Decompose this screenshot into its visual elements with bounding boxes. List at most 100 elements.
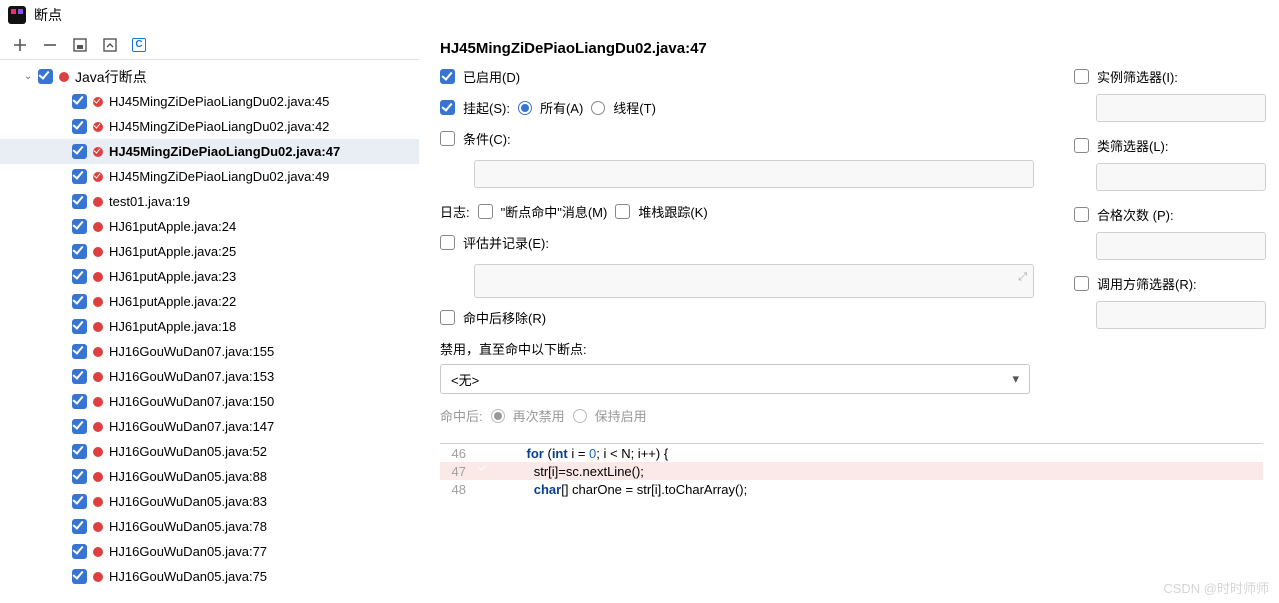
tree-item[interactable]: HJ16GouWuDan07.java:155	[0, 339, 419, 364]
tree-item[interactable]: HJ45MingZiDePiaoLiangDu02.java:45	[0, 89, 419, 114]
caller-filter-input[interactable]	[1096, 301, 1266, 329]
pass-count-checkbox[interactable]	[1074, 207, 1089, 222]
line-number: 47	[440, 464, 476, 479]
tree-item[interactable]: test01.java:19	[0, 189, 419, 214]
tree-item[interactable]: HJ45MingZiDePiaoLiangDu02.java:42	[0, 114, 419, 139]
log-label: 日志:	[440, 202, 470, 221]
breakpoint-icon	[93, 97, 103, 107]
item-label: HJ16GouWuDan07.java:147	[109, 419, 274, 434]
item-label: HJ16GouWuDan07.java:153	[109, 369, 274, 384]
breakpoint-tree[interactable]: ⌄ Java行断点 HJ45MingZiDePiaoLiangDu02.java…	[0, 60, 419, 603]
breakpoint-toolbar: C	[0, 30, 419, 60]
keep-enabled-radio[interactable]	[573, 409, 587, 423]
breakpoint-icon	[93, 397, 103, 407]
tree-item[interactable]: HJ45MingZiDePiaoLiangDu02.java:47	[0, 139, 419, 164]
suspend-all-radio[interactable]	[518, 101, 532, 115]
item-checkbox[interactable]	[72, 344, 87, 359]
suspend-thread-radio[interactable]	[591, 101, 605, 115]
remove-icon[interactable]	[42, 37, 58, 53]
breakpoint-icon	[93, 322, 103, 332]
expand-icon[interactable]: ⤢	[1018, 271, 1027, 284]
tree-item[interactable]: HJ16GouWuDan05.java:52	[0, 439, 419, 464]
instance-filter-input[interactable]	[1096, 94, 1266, 122]
tree-item[interactable]: HJ16GouWuDan05.java:75	[0, 564, 419, 589]
group-by-type-icon[interactable]: C	[132, 38, 146, 52]
breakpoint-icon	[93, 422, 103, 432]
item-checkbox[interactable]	[72, 294, 87, 309]
class-filter-checkbox[interactable]	[1074, 138, 1089, 153]
tree-item[interactable]: HJ16GouWuDan05.java:88	[0, 464, 419, 489]
tree-item[interactable]: HJ61putApple.java:24	[0, 214, 419, 239]
group-by-file-icon[interactable]	[72, 37, 88, 53]
breakpoint-icon	[93, 447, 103, 457]
condition-checkbox[interactable]	[440, 131, 455, 146]
remove-after-hit-label: 命中后移除(R)	[463, 308, 546, 327]
pass-count-label: 合格次数 (P):	[1097, 205, 1174, 224]
item-checkbox[interactable]	[72, 419, 87, 434]
tree-item[interactable]: HJ45MingZiDePiaoLiangDu02.java:49	[0, 164, 419, 189]
item-checkbox[interactable]	[72, 244, 87, 259]
breakpoint-icon	[93, 522, 103, 532]
tree-item[interactable]: HJ61putApple.java:23	[0, 264, 419, 289]
line-number: 46	[440, 446, 476, 461]
pass-count-input[interactable]	[1096, 232, 1266, 260]
instance-filter-checkbox[interactable]	[1074, 69, 1089, 84]
item-checkbox[interactable]	[72, 119, 87, 134]
condition-input[interactable]	[474, 160, 1034, 188]
item-checkbox[interactable]	[72, 369, 87, 384]
redisable-radio[interactable]	[491, 409, 505, 423]
item-checkbox[interactable]	[72, 194, 87, 209]
item-checkbox[interactable]	[72, 519, 87, 534]
log-message-checkbox[interactable]	[478, 204, 493, 219]
item-checkbox[interactable]	[72, 494, 87, 509]
group-by-class-icon[interactable]	[102, 37, 118, 53]
item-checkbox[interactable]	[72, 569, 87, 584]
class-filter-input[interactable]	[1096, 163, 1266, 191]
chevron-down-icon: ▾	[1012, 371, 1019, 387]
tree-item[interactable]: HJ61putApple.java:25	[0, 239, 419, 264]
item-checkbox[interactable]	[72, 544, 87, 559]
tree-item[interactable]: HJ16GouWuDan07.java:153	[0, 364, 419, 389]
tree-item[interactable]: HJ16GouWuDan05.java:77	[0, 539, 419, 564]
item-checkbox[interactable]	[72, 444, 87, 459]
class-filter-label: 类筛选器(L):	[1097, 136, 1169, 155]
item-label: HJ61putApple.java:25	[109, 244, 236, 259]
evaluate-checkbox[interactable]	[440, 235, 455, 250]
caller-filter-checkbox[interactable]	[1074, 276, 1089, 291]
item-checkbox[interactable]	[72, 94, 87, 109]
tree-item[interactable]: HJ61putApple.java:18	[0, 314, 419, 339]
add-icon[interactable]	[12, 37, 28, 53]
disable-until-select[interactable]: <无> ▾	[440, 364, 1030, 394]
tree-item[interactable]: HJ61putApple.java:22	[0, 289, 419, 314]
item-checkbox[interactable]	[72, 469, 87, 484]
code-preview: 46 for (int i = 0; i < N; i++) { 47 str[…	[440, 443, 1263, 498]
suspend-checkbox[interactable]	[440, 100, 455, 115]
tree-item[interactable]: HJ16GouWuDan07.java:150	[0, 389, 419, 414]
item-label: HJ16GouWuDan05.java:78	[109, 519, 267, 534]
item-checkbox[interactable]	[72, 394, 87, 409]
item-checkbox[interactable]	[72, 219, 87, 234]
item-checkbox[interactable]	[72, 144, 87, 159]
remove-after-hit-checkbox[interactable]	[440, 310, 455, 325]
tree-item[interactable]: HJ16GouWuDan05.java:78	[0, 514, 419, 539]
breakpoint-icon	[93, 172, 103, 182]
suspend-label: 挂起(S):	[463, 98, 510, 117]
tree-root[interactable]: ⌄ Java行断点	[0, 64, 419, 89]
window-title: 断点	[34, 5, 62, 25]
line-number: 48	[440, 482, 476, 497]
breakpoint-icon	[93, 222, 103, 232]
item-checkbox[interactable]	[72, 169, 87, 184]
suspend-all-label: 所有(A)	[540, 98, 583, 117]
page-title: HJ45MingZiDePiaoLiangDu02.java:47	[440, 40, 1263, 57]
stack-trace-checkbox[interactable]	[615, 204, 630, 219]
evaluate-input[interactable]: ⤢	[474, 264, 1034, 298]
item-label: HJ16GouWuDan05.java:88	[109, 469, 267, 484]
tree-item[interactable]: HJ16GouWuDan07.java:147	[0, 414, 419, 439]
chevron-down-icon[interactable]: ⌄	[24, 71, 38, 82]
item-checkbox[interactable]	[72, 269, 87, 284]
root-checkbox[interactable]	[38, 69, 53, 84]
caller-filter-label: 调用方筛选器(R):	[1097, 274, 1197, 293]
tree-item[interactable]: HJ16GouWuDan05.java:83	[0, 489, 419, 514]
enabled-checkbox[interactable]	[440, 69, 455, 84]
item-checkbox[interactable]	[72, 319, 87, 334]
